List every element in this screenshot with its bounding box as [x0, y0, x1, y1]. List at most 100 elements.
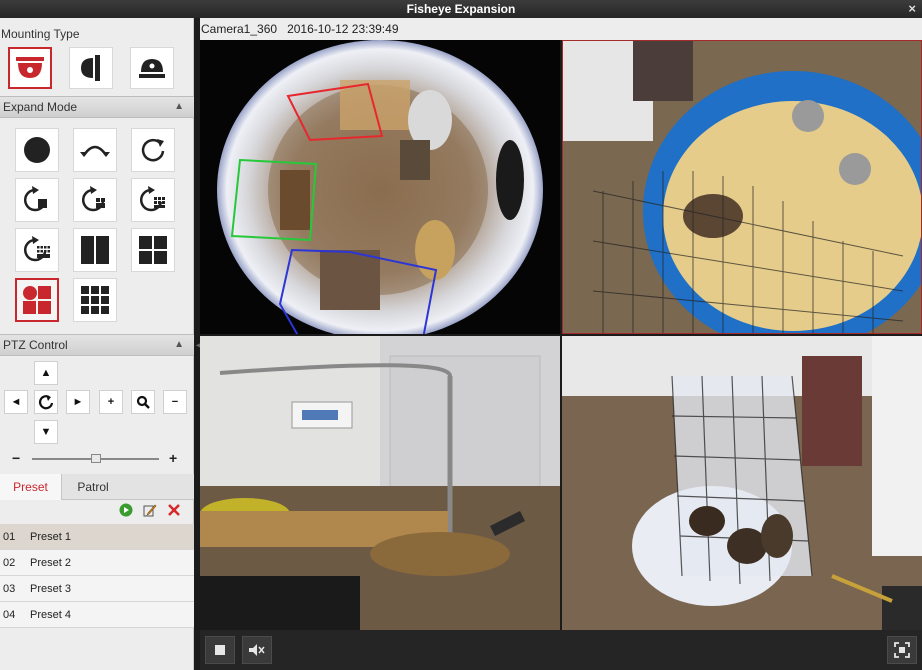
preset-number: 04: [3, 608, 16, 621]
ptz-8-icon: [23, 236, 50, 262]
expand-mode-1-ptz-button[interactable]: [15, 178, 59, 222]
fullscreen-button[interactable]: [887, 636, 917, 664]
window-title: Fisheye Expansion: [406, 2, 516, 16]
speaker-muted-icon: [249, 644, 265, 656]
ceiling-mount-button[interactable]: [8, 47, 52, 89]
ptz-control-label: PTZ Control: [3, 338, 68, 352]
stop-button[interactable]: [205, 636, 235, 664]
preset-name: Preset 1: [30, 530, 71, 543]
ptz-view-1[interactable]: [562, 40, 922, 334]
play-icon: [119, 503, 133, 517]
fullscreen-icon: [894, 642, 910, 658]
preset-patrol-tabs: Preset Patrol: [0, 474, 194, 500]
delete-icon: [168, 504, 180, 516]
preset-row[interactable]: 01 Preset 1: [0, 524, 194, 550]
ptz-auto-scan-button[interactable]: [34, 390, 58, 414]
ptz-magnify-button[interactable]: [131, 390, 155, 414]
zoom-slider-minus[interactable]: −: [12, 450, 20, 466]
ptz-down-button[interactable]: ▼: [34, 420, 58, 444]
ptz-view-3[interactable]: [562, 336, 922, 630]
expand-mode-label: Expand Mode: [3, 100, 78, 114]
zoom-in-icon: +: [107, 396, 115, 408]
arrow-left-icon: ◄: [10, 396, 22, 408]
expand-mode-fisheye-button[interactable]: [15, 128, 59, 172]
stop-icon: [215, 645, 225, 655]
close-icon[interactable]: ×: [908, 0, 916, 18]
preset-row[interactable]: 04 Preset 4: [0, 602, 194, 628]
delete-preset-button[interactable]: [166, 502, 182, 518]
panorama-180-icon: [80, 145, 110, 157]
expand-mode-fisheye-plus-3-button[interactable]: [15, 278, 59, 322]
collapse-caret-icon[interactable]: ▲: [174, 335, 184, 355]
magnifier-icon: [136, 395, 150, 409]
ptz-view-1-image: [563, 41, 921, 333]
zoom-out-icon: −: [171, 396, 179, 408]
split-4-icon: [139, 236, 167, 264]
expand-mode-4-split-button[interactable]: [131, 228, 175, 272]
preset-name: Preset 3: [30, 582, 71, 595]
preset-list: 01 Preset 1 02 Preset 2 03 Preset 3 04 P…: [0, 524, 194, 628]
preset-number: 02: [3, 556, 16, 569]
expand-mode-9-split-button[interactable]: [73, 278, 117, 322]
playback-toolbar: [200, 630, 922, 670]
preset-row[interactable]: 03 Preset 3: [0, 576, 194, 602]
ptz-view-2[interactable]: [200, 336, 560, 630]
ptz-zoom-in-button[interactable]: +: [99, 390, 123, 414]
wall-mount-icon: [81, 55, 100, 81]
ptz-zoom-out-button[interactable]: −: [163, 390, 187, 414]
expand-mode-6-ptz-button[interactable]: [131, 178, 175, 222]
ptz-6-icon: [139, 186, 165, 212]
preset-row[interactable]: 02 Preset 2: [0, 550, 194, 576]
video-timestamp: 2016-10-12 23:39:49: [287, 22, 399, 36]
tab-patrol[interactable]: Patrol: [62, 474, 124, 500]
desktop-mount-button[interactable]: [130, 47, 174, 89]
rotate-icon: [38, 395, 54, 410]
ptz-left-button[interactable]: ◄: [4, 390, 28, 414]
preset-name: Preset 4: [30, 608, 71, 621]
expand-mode-180-panorama-button[interactable]: [73, 128, 117, 172]
camera-name: Camera1_360: [201, 22, 278, 36]
video-area: Camera1_360 2016-10-12 23:39:49: [200, 18, 922, 670]
preset-toolbar: [118, 502, 182, 518]
zoom-slider-plus[interactable]: +: [169, 450, 177, 466]
mounting-type-label: Mounting Type: [1, 27, 80, 41]
split-9-icon: [81, 286, 109, 314]
tab-preset[interactable]: Preset: [0, 474, 62, 500]
preset-name: Preset 2: [30, 556, 71, 569]
ptz-1-icon: [23, 186, 47, 212]
ptz-up-button[interactable]: ▲: [34, 361, 58, 385]
ptz-view-3-image: [562, 336, 922, 630]
expand-mode-2-split-button[interactable]: [73, 228, 117, 272]
ptz-view-2-image: [200, 336, 560, 630]
arrow-up-icon: ▲: [40, 367, 52, 379]
window-titlebar: Fisheye Expansion ×: [0, 0, 922, 18]
expand-mode-3-ptz-button[interactable]: [73, 178, 117, 222]
audio-button[interactable]: [242, 636, 272, 664]
ceiling-mount-icon: [16, 57, 44, 78]
collapse-caret-icon[interactable]: ▲: [174, 97, 184, 117]
ptz-right-button[interactable]: ►: [66, 390, 90, 414]
preset-number: 01: [3, 530, 16, 543]
osd-info-bar: Camera1_360 2016-10-12 23:39:49: [200, 18, 922, 40]
expand-mode-360-panorama-button[interactable]: [131, 128, 175, 172]
fisheye-circle-icon: [24, 137, 50, 163]
ptz-3-icon: [81, 186, 105, 212]
set-preset-button[interactable]: [142, 502, 158, 518]
preset-number: 03: [3, 582, 16, 595]
fisheye-view[interactable]: [200, 40, 560, 334]
arrow-right-icon: ►: [72, 396, 84, 408]
fisheye-image: [217, 40, 543, 334]
ptz-control-header[interactable]: PTZ Control ▲: [0, 334, 194, 356]
expand-mode-8-ptz-button[interactable]: [15, 228, 59, 272]
arrow-down-icon: ▼: [40, 426, 52, 438]
split-2-icon: [81, 236, 109, 264]
zoom-slider-thumb[interactable]: [91, 454, 101, 463]
edit-icon: [143, 504, 157, 517]
call-preset-button[interactable]: [118, 502, 134, 518]
expand-mode-header[interactable]: Expand Mode ▲: [0, 96, 194, 118]
fisheye-plus-3-icon: [23, 286, 51, 314]
wall-mount-button[interactable]: [69, 47, 113, 89]
panorama-360-icon: [141, 138, 165, 162]
left-panel: Mounting Type Expand Mode ▲ PTZ Control …: [0, 18, 194, 670]
desktop-mount-icon: [139, 59, 165, 78]
